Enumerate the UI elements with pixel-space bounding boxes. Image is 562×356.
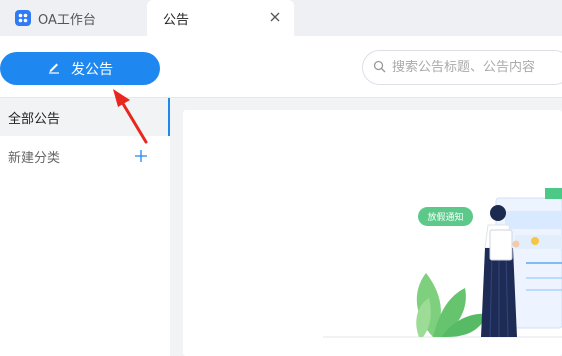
plus-icon[interactable] — [134, 149, 148, 163]
search-icon — [373, 58, 386, 77]
holiday-notice-badge: 放假通知 — [418, 207, 473, 226]
toolbar: 发公告 — [0, 36, 562, 98]
new-category-label: 新建分类 — [8, 150, 61, 166]
edit-icon — [47, 60, 61, 78]
publish-label: 发公告 — [71, 61, 113, 78]
tab-label: 公告 — [163, 12, 190, 28]
sidebar: 全部公告 新建分类 — [0, 98, 170, 356]
tab-label: OA工作台 — [38, 12, 96, 28]
tab-oa-workbench[interactable]: OA工作台 — [0, 0, 146, 36]
close-icon[interactable] — [268, 10, 282, 24]
publish-announcement-button[interactable]: 发公告 — [0, 52, 160, 85]
search-input[interactable] — [392, 60, 562, 75]
sidebar-new-category[interactable]: 新建分类 — [0, 144, 170, 168]
sidebar-item-all[interactable]: 全部公告 — [0, 98, 170, 136]
main-content: 放假通知 — [183, 110, 562, 356]
tab-announcements[interactable]: 公告 — [147, 0, 294, 36]
tab-bar: OA工作台 公告 — [0, 0, 562, 36]
sidebar-item-label: 全部公告 — [8, 111, 61, 127]
search-box[interactable] — [362, 50, 562, 85]
empty-state-illustration — [323, 188, 562, 338]
oa-app-icon — [15, 10, 31, 26]
badge-text: 放假通知 — [427, 213, 464, 223]
